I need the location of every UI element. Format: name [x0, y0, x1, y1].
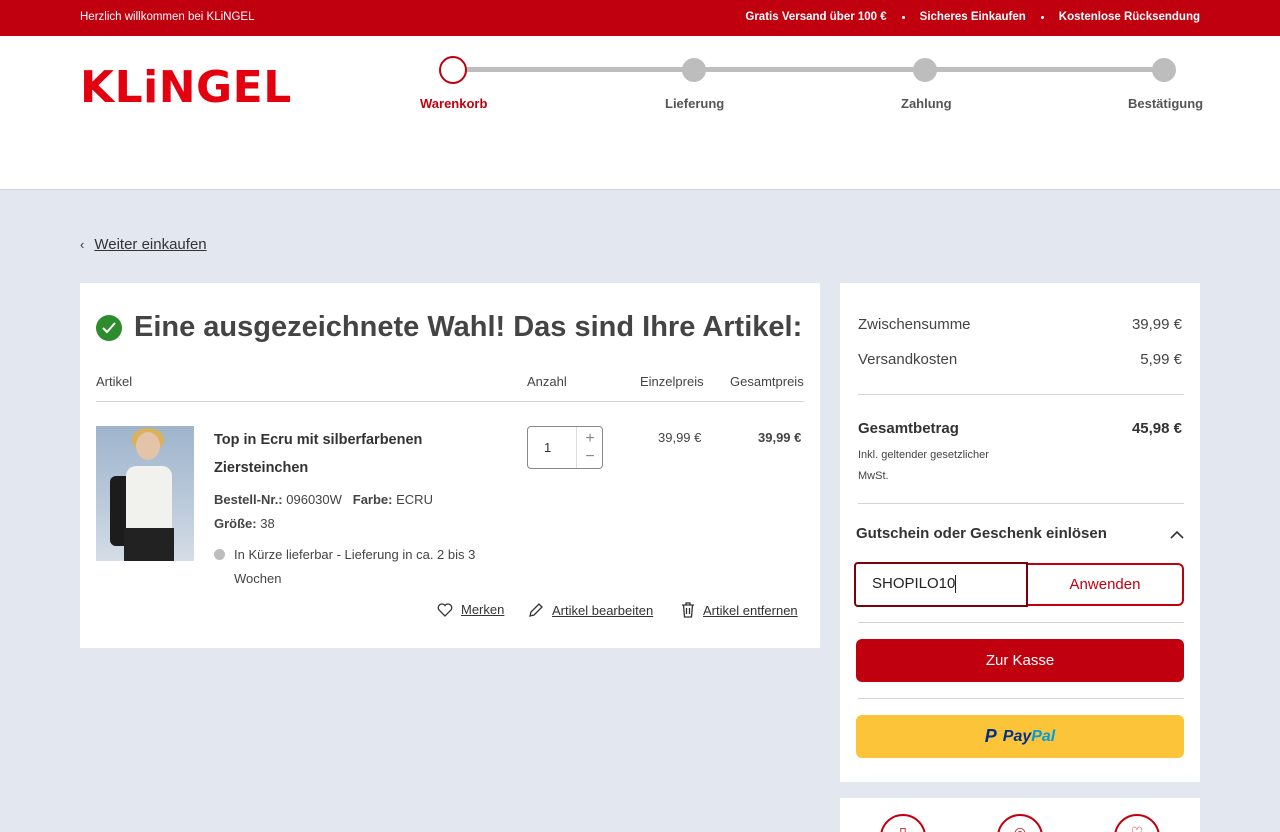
remove-item-label: Artikel entfernen — [703, 602, 798, 618]
continue-shopping-label: Weiter einkaufen — [94, 236, 207, 253]
order-summary-panel: Zwischensumme 39,99 € Versandkosten 5,99… — [840, 283, 1200, 782]
column-header-article: Artikel — [96, 374, 133, 389]
usp-free-shipping: Gratis Versand über 100 € — [745, 11, 887, 23]
step-dot-bestaetigung — [1152, 58, 1176, 82]
quantity-stepper[interactable]: 1 + − — [527, 426, 603, 469]
availability-text: In Kürze lieferbar - Lieferung in ca. 2 … — [234, 547, 476, 586]
total-label: Gesamtbetrag — [858, 420, 959, 437]
subtotal-row: Zwischensumme 39,99 € — [858, 316, 1182, 333]
divider — [858, 503, 1184, 504]
usp-free-returns: Kostenlose Rücksendung — [1058, 11, 1200, 23]
save-item-label: Merken — [461, 602, 505, 617]
return-box-icon: ▯ — [880, 814, 926, 832]
product-image[interactable] — [96, 426, 194, 561]
check-circle-icon — [96, 314, 122, 341]
color-label: Farbe: — [352, 492, 393, 507]
top-bar: Herzlich willkommen bei KLiNGEL Gratis V… — [0, 0, 1280, 36]
save-item-link[interactable]: Merken — [437, 602, 504, 617]
usp-list: Gratis Versand über 100 € Sicheres Einka… — [745, 11, 1200, 23]
step-dot-zahlung — [913, 58, 937, 82]
paypal-button[interactable]: P Pay Pal — [856, 715, 1184, 758]
checkout-header: KLiNGEL Warenkorb Lieferung Zahlung Best… — [0, 36, 1280, 190]
checkout-button[interactable]: Zur Kasse — [856, 639, 1184, 682]
divider — [96, 401, 804, 402]
color-value: ECRU — [396, 492, 433, 507]
heart-service-icon: ♡ — [1114, 814, 1160, 832]
cart-title: Eine ausgezeichnete Wahl! Das sind Ihre … — [96, 311, 802, 344]
product-size-info: Größe: 38 — [214, 516, 275, 531]
step-label-zahlung: Zahlung — [901, 96, 952, 111]
cart-panel: Eine ausgezeichnete Wahl! Das sind Ihre … — [80, 283, 820, 648]
unit-price: 39,99 € — [658, 430, 702, 445]
vat-note: Inkl. geltender gesetzlicher MwSt. — [858, 449, 989, 482]
edit-item-link[interactable]: Artikel bearbeiten — [528, 602, 653, 618]
step-label-warenkorb: Warenkorb — [420, 96, 488, 111]
step-label-lieferung: Lieferung — [665, 96, 725, 111]
edit-item-label: Artikel bearbeiten — [552, 602, 654, 618]
size-label: Größe: — [214, 516, 257, 531]
trash-icon — [682, 602, 694, 618]
pencil-icon — [529, 603, 543, 617]
usp-separator — [901, 15, 905, 19]
step-label-bestaetigung: Bestätigung — [1128, 96, 1204, 111]
shipping-value: 5,99 € — [1140, 351, 1182, 368]
paypal-label-pal: Pal — [1031, 727, 1056, 745]
paypal-logo-icon: P — [984, 726, 997, 746]
shipping-label: Versandkosten — [858, 351, 958, 368]
service-icons-panel: ▯ ◎ ♡ — [840, 798, 1200, 832]
welcome-text: Herzlich willkommen bei KLiNGEL — [80, 11, 255, 23]
column-header-quantity: Anzahl — [527, 374, 567, 389]
heart-icon — [437, 602, 453, 617]
progress-track — [453, 67, 1164, 72]
remove-item-link[interactable]: Artikel entfernen — [681, 602, 798, 618]
usp-secure-shopping: Sicheres Einkaufen — [919, 11, 1026, 23]
product-order-info: Bestell-Nr.: 096030W Farbe: ECRU — [214, 492, 433, 507]
minus-icon[interactable]: − — [580, 448, 600, 466]
step-dot-lieferung — [682, 58, 706, 82]
subtotal-label: Zwischensumme — [858, 316, 971, 333]
apply-voucher-button[interactable]: Anwenden — [1028, 563, 1184, 606]
paypal-label-pay: Pay — [1002, 727, 1032, 745]
step-dot-warenkorb — [439, 56, 467, 84]
column-header-unit-price: Einzelpreis — [640, 374, 704, 389]
quantity-value[interactable]: 1 — [544, 440, 551, 455]
plus-icon[interactable]: + — [580, 430, 600, 448]
voucher-input[interactable]: SHOPILO10 — [854, 562, 1028, 607]
chevron-left-icon: ‹ — [80, 237, 85, 252]
total-price: 39,99 € — [758, 430, 802, 445]
voucher-input-value: SHOPILO10 — [872, 575, 956, 592]
availability: In Kürze lieferbar - Lieferung in ca. 2 … — [214, 543, 514, 591]
product-name[interactable]: Top in Ecru mit silberfarbenen Zierstein… — [214, 426, 454, 482]
availability-dot-icon — [214, 549, 225, 560]
page-title: Eine ausgezeichnete Wahl! Das sind Ihre … — [134, 311, 803, 343]
usp-separator — [1040, 15, 1044, 19]
column-header-total-price: Gesamtpreis — [730, 374, 804, 389]
shipping-row: Versandkosten 5,99 € — [858, 351, 1182, 368]
klingel-logo[interactable]: KLiNGEL — [80, 64, 292, 112]
chevron-up-icon[interactable] — [1170, 527, 1184, 545]
size-value: 38 — [260, 516, 275, 531]
order-no-label: Bestell-Nr.: — [214, 492, 283, 507]
divider — [858, 622, 1184, 623]
voucher-heading[interactable]: Gutschein oder Geschenk einlösen — [856, 525, 1107, 542]
secure-payment-icon: ◎ — [997, 814, 1043, 832]
total-value: 45,98 € — [1131, 420, 1182, 437]
subtotal-value: 39,99 € — [1131, 316, 1182, 333]
divider — [858, 698, 1184, 699]
divider — [858, 394, 1184, 395]
order-no-value: 096030W — [286, 492, 342, 507]
continue-shopping-link[interactable]: ‹ Weiter einkaufen — [80, 236, 207, 253]
